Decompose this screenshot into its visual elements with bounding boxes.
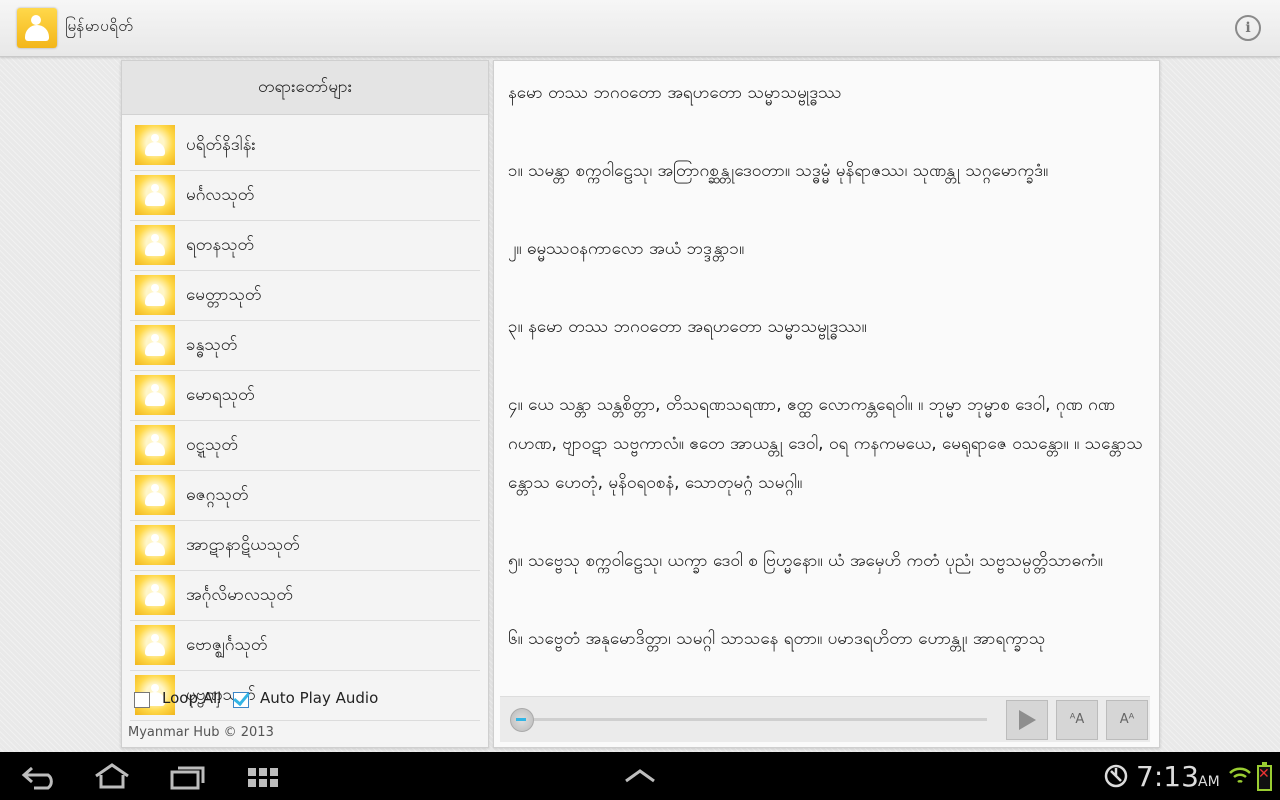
playback-options: Loop All Auto Play Audio — [132, 689, 478, 713]
list-item-label: အာဋာနာဋိယသုတ် — [186, 535, 300, 555]
paragraph: ၂။ ဓမ္မဿဝနကာလော အယံ ဘဒ္ဒန္တာ၁။ — [508, 239, 745, 259]
list-item[interactable]: ခန္ဓသုတ် — [130, 321, 480, 371]
apps-grid-icon[interactable] — [247, 767, 279, 789]
playlist-list[interactable]: ပရိတ်နိဒါန်း မင်္ဂလသုတ် ရတနသုတ် မေတ္တာသု… — [130, 121, 480, 737]
paragraph: ၅။ သဗ္ဗေသု စက္ကဝါဠေသု၊ ယက္ခာ ဒေဝါ စ ဗြဟ္… — [508, 551, 1103, 571]
clock-ampm: AM — [1198, 774, 1220, 790]
list-item[interactable]: မေတ္တာသုတ် — [130, 271, 480, 321]
list-item-label: အင်္ဂုလိမာလသုတ် — [186, 585, 293, 605]
list-item-label: ဝဋ္ဋသုတ် — [186, 435, 238, 455]
paragraph: ၆။ သဗ္ဗေတံ အနုမောဒိတ္တာ၊ သမဂ္ဂါ သာသနေ ရတ… — [508, 629, 1046, 649]
list-item[interactable]: ဝဋ္ဋသုတ် — [130, 421, 480, 471]
info-icon[interactable]: i — [1235, 15, 1261, 41]
list-item-label: ခန္ဓသုတ် — [186, 335, 238, 355]
wifi-icon — [1229, 767, 1251, 784]
play-icon — [1019, 710, 1036, 730]
list-item-label: ဗောဇ္ဈင်္ဂသုတ် — [186, 635, 268, 655]
buddha-icon — [135, 225, 175, 265]
list-item[interactable]: အာဋာနာဋိယသုတ် — [130, 521, 480, 571]
list-item[interactable]: အင်္ဂုလိမာလသုတ် — [130, 571, 480, 621]
system-bar: 7:13 AM ✕ — [0, 752, 1280, 800]
list-item-label: ဓဇဂ္ဂသုတ် — [186, 485, 249, 505]
action-bar: မြန်မာပရိတ် i — [0, 0, 1280, 57]
home-icon[interactable] — [92, 762, 132, 790]
chevron-up-icon[interactable] — [624, 768, 656, 784]
buddha-icon — [135, 275, 175, 315]
play-button[interactable] — [1006, 700, 1048, 740]
paragraph: ၁။ သမန္တာ စက္ကဝါဠေသု၊ အတြာဂစ္ဆန္တုဒေဝတာ။… — [508, 161, 1049, 181]
buddha-icon — [135, 325, 175, 365]
font-smaller-button[interactable]: ᴬA — [1056, 700, 1098, 740]
font-larger-button[interactable]: Aᴬ — [1106, 700, 1148, 740]
battery-warning-icon: ✕ — [1258, 766, 1270, 782]
buddha-icon — [135, 375, 175, 415]
app-title: မြန်မာပရိတ် — [65, 17, 134, 35]
paragraph: နမော တဿ ဘဂဝတော အရဟတော သမ္မာသမ္ဗုဒ္ဓဿ — [508, 83, 842, 103]
buddha-icon — [135, 625, 175, 665]
loop-all-checkbox[interactable] — [134, 692, 150, 708]
list-item-label: မောရသုတ် — [186, 385, 255, 405]
list-item-label: မင်္ဂလသုတ် — [186, 185, 255, 205]
buddha-icon — [135, 175, 175, 215]
list-item[interactable]: မောရသုတ် — [130, 371, 480, 421]
back-icon[interactable] — [20, 764, 60, 790]
recent-apps-icon[interactable] — [170, 764, 206, 790]
paragraph: ၃။ နမော တဿ ဘဂဝတော အရဟတော သမ္မာသမ္ဗုဒ္ဓဿ။ — [508, 317, 867, 337]
paragraph: ၄။ ယေ သန္တာ သန္တစိတ္တာ, တိသရဏသရဏာ, ဧတ္ထ … — [508, 395, 1143, 493]
list-item[interactable]: ဗောဇ္ဈင်္ဂသုတ် — [130, 621, 480, 671]
buddha-icon — [135, 125, 175, 165]
buddha-icon — [135, 475, 175, 515]
copyright-footer: Myanmar Hub © 2013 — [128, 725, 274, 740]
audio-player: ᴬA Aᴬ — [500, 696, 1150, 742]
list-item[interactable]: ပရိတ်နိဒါန်း — [130, 121, 480, 171]
list-item[interactable]: ဓဇဂ္ဂသုတ် — [130, 471, 480, 521]
buddha-icon — [135, 425, 175, 465]
reader-panel: နမော တဿ ဘဂဝတော အရဟတော သမ္မာသမ္ဗုဒ္ဓဿ ၁။ … — [493, 60, 1160, 748]
sync-disabled-icon — [1104, 764, 1128, 788]
clock-time: 7:13 — [1136, 760, 1199, 793]
list-item[interactable]: ရတနသုတ် — [130, 221, 480, 271]
auto-play-label: Auto Play Audio — [260, 689, 379, 707]
app-icon[interactable] — [17, 8, 57, 48]
auto-play-checkbox[interactable] — [233, 692, 249, 708]
list-item-label: မေတ္တာသုတ် — [186, 285, 262, 305]
playlist-panel: တရားတော်များ ပရိတ်နိဒါန်း မင်္ဂလသုတ် ရတန… — [121, 60, 489, 748]
seek-bar[interactable] — [512, 718, 987, 721]
buddha-icon — [135, 525, 175, 565]
list-item-label: ပရိတ်နိဒါန်း — [186, 135, 256, 155]
reader-text[interactable]: နမော တဿ ဘဂဝတော အရဟတော သမ္မာသမ္ဗုဒ္ဓဿ ၁။ … — [508, 74, 1148, 694]
playlist-header: တရားတော်များ — [122, 61, 488, 115]
buddha-icon — [135, 575, 175, 615]
loop-all-label: Loop All — [162, 689, 222, 707]
list-item-label: ရတနသုတ် — [186, 235, 255, 255]
list-item[interactable]: မင်္ဂလသုတ် — [130, 171, 480, 221]
seek-handle[interactable] — [510, 708, 534, 732]
